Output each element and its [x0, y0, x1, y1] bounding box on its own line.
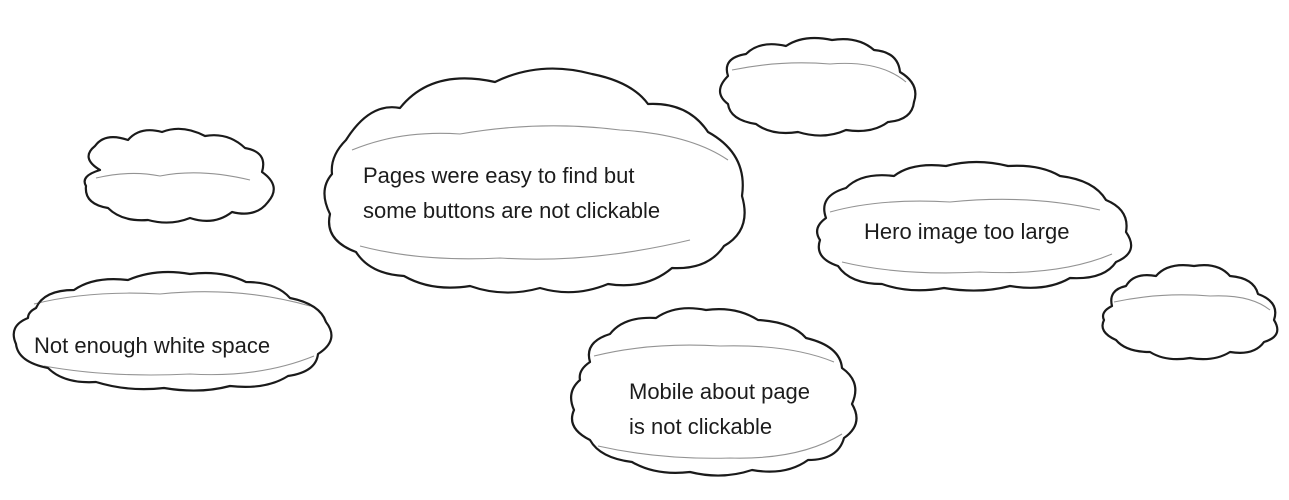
cloud-mobile-about-line-2: is not clickable	[629, 414, 772, 439]
cloud-empty-top-right	[718, 36, 917, 137]
cloud-white-space-label: Not enough white space	[34, 333, 270, 358]
cloud-hero-image-label: Hero image too large	[864, 219, 1069, 244]
cloud-empty-top-left	[83, 127, 275, 224]
cloud-pages-easy-line-1: Pages were easy to find but	[363, 163, 635, 188]
cloud-white-space	[12, 270, 333, 392]
cloud-mobile-about-line-1: Mobile about page	[629, 379, 810, 404]
cloud-empty-right	[1101, 264, 1279, 361]
cloud-pages-easy-line-2: some buttons are not clickable	[363, 198, 660, 223]
feedback-clouds-diagram: Pages were easy to find but some buttons…	[12, 36, 1279, 477]
